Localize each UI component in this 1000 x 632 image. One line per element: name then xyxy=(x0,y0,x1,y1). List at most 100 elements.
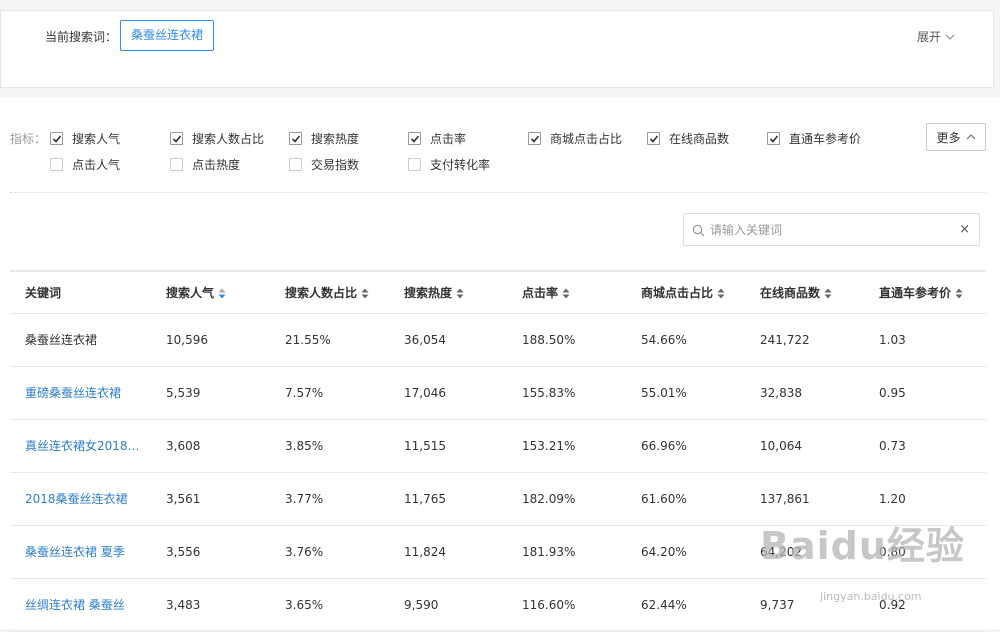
table-cell: 3.65% xyxy=(285,597,324,612)
table-cell: 11,515 xyxy=(404,438,446,453)
table-cell: 61.60% xyxy=(641,491,687,506)
table-cell: 9,737 xyxy=(760,597,795,612)
sort-icon xyxy=(562,288,570,299)
checkbox-checked-icon xyxy=(408,132,421,145)
keyword-link[interactable]: 真丝连衣裙女2018新款 xyxy=(10,419,151,472)
metric-option-label: 点击热度 xyxy=(192,158,241,172)
checkbox-checked-icon xyxy=(528,132,541,145)
table-cell: 11,765 xyxy=(404,491,446,506)
checkbox-checked-icon xyxy=(50,132,63,145)
table-cell: 3.76% xyxy=(285,544,324,559)
chevron-up-icon xyxy=(966,134,975,140)
clear-icon[interactable]: × xyxy=(959,222,970,237)
table-row: 丝绸连衣裙 桑蚕丝 3,483 3.65% 9,590 116.60% 62.4… xyxy=(10,578,986,631)
table-cell: 3,608 xyxy=(166,438,201,453)
metric-option-label: 搜索人气 xyxy=(72,132,121,146)
metric-option-label: 搜索热度 xyxy=(311,132,360,146)
table-cell: 17,046 xyxy=(404,385,446,400)
metric-option-label: 点击人气 xyxy=(72,158,121,172)
search-icon xyxy=(692,224,705,237)
keyword-cell: 桑蚕丝连衣裙 xyxy=(25,333,98,347)
header-online-items[interactable]: 在线商品数 xyxy=(745,270,864,314)
table-cell: 3.77% xyxy=(285,491,324,506)
table-cell: 32,838 xyxy=(760,385,802,400)
metric-checkbox-click-popularity[interactable]: 点击人气 xyxy=(50,156,120,173)
metric-checkbox-search-share[interactable]: 搜索人数占比 xyxy=(170,130,264,147)
checkbox-checked-icon xyxy=(289,132,302,145)
sort-icon xyxy=(955,288,963,299)
header-keyword: 关键词 xyxy=(10,270,151,314)
table-cell: 3,483 xyxy=(166,597,201,612)
search-term-label: 当前搜索词： xyxy=(45,30,118,44)
table-cell: 36,054 xyxy=(404,332,446,347)
checkbox-unchecked-icon xyxy=(50,158,63,171)
sort-icon xyxy=(361,288,369,299)
metric-checkbox-ztc-price[interactable]: 直通车参考价 xyxy=(767,130,861,147)
table-cell: 7.57% xyxy=(285,385,324,400)
search-term-tag[interactable]: 桑蚕丝连衣裙 xyxy=(120,20,215,51)
checkbox-unchecked-icon xyxy=(170,158,183,171)
expand-button[interactable]: 展开 xyxy=(917,28,955,45)
table-cell: 54.66% xyxy=(641,332,687,347)
header-search-popularity[interactable]: 搜索人气 xyxy=(151,270,270,314)
metric-checkbox-online-items[interactable]: 在线商品数 xyxy=(647,130,729,147)
metric-option-label: 搜索人数占比 xyxy=(192,132,265,146)
table-cell: 11,824 xyxy=(404,544,446,559)
keyword-table: 关键词 搜索人气 搜索人数占比 搜索热度 点击率 商城点击占比 在线商品数 直通… xyxy=(10,270,986,632)
header-click-rate[interactable]: 点击率 xyxy=(507,270,626,314)
table-cell: 153.21% xyxy=(522,438,576,453)
divider xyxy=(10,192,986,193)
metric-checkbox-click-heat[interactable]: 点击热度 xyxy=(170,156,240,173)
table-cell: 5,539 xyxy=(166,385,201,400)
table-cell: 62.44% xyxy=(641,597,687,612)
metric-checkbox-mall-click-share[interactable]: 商城点击占比 xyxy=(528,130,622,147)
table-cell: 1.03 xyxy=(879,332,906,347)
table-cell: 3,561 xyxy=(166,491,201,506)
expand-label: 展开 xyxy=(916,30,941,44)
metric-option-label: 交易指数 xyxy=(311,158,360,172)
header-search-share[interactable]: 搜索人数占比 xyxy=(270,270,389,314)
table-cell: 3.85% xyxy=(285,438,324,453)
metric-checkbox-pay-conversion[interactable]: 支付转化率 xyxy=(408,156,490,173)
metric-option-label: 直通车参考价 xyxy=(789,132,862,146)
metric-option-label: 支付转化率 xyxy=(430,158,491,172)
sort-desc-icon xyxy=(218,288,226,299)
table-header-row: 关键词 搜索人气 搜索人数占比 搜索热度 点击率 商城点击占比 在线商品数 直通… xyxy=(10,270,986,314)
watermark-url: jingyan.baidu.com xyxy=(820,590,922,603)
keyword-link[interactable]: 重磅桑蚕丝连衣裙 xyxy=(10,366,151,419)
table-cell: 155.83% xyxy=(522,385,576,400)
keyword-search-input[interactable] xyxy=(710,220,950,240)
table-cell: 9,590 xyxy=(404,597,439,612)
metric-checkbox-trade-index[interactable]: 交易指数 xyxy=(289,156,359,173)
header-search-heat[interactable]: 搜索热度 xyxy=(389,270,507,314)
table-cell: 0.73 xyxy=(879,438,906,453)
checkbox-unchecked-icon xyxy=(408,158,421,171)
header-ztc-price[interactable]: 直通车参考价 xyxy=(864,270,986,314)
metric-checkbox-click-rate[interactable]: 点击率 xyxy=(408,130,466,147)
more-button[interactable]: 更多 xyxy=(926,123,986,151)
sort-icon xyxy=(717,288,725,299)
metric-checkbox-search-popularity[interactable]: 搜索人气 xyxy=(50,130,120,147)
table-cell: 181.93% xyxy=(522,544,576,559)
table-cell: 0.95 xyxy=(879,385,906,400)
chevron-down-icon xyxy=(945,34,955,40)
table-cell: 21.55% xyxy=(285,332,331,347)
metrics-label: 指标： xyxy=(10,132,47,146)
baidu-watermark: Baidu经验 xyxy=(760,524,965,568)
keyword-link[interactable]: 2018桑蚕丝连衣裙 xyxy=(10,472,151,525)
metric-checkbox-search-heat[interactable]: 搜索热度 xyxy=(289,130,359,147)
keyword-link[interactable]: 桑蚕丝连衣裙 夏季 xyxy=(10,525,151,578)
more-label: 更多 xyxy=(936,130,961,145)
keyword-link[interactable]: 丝绸连衣裙 桑蚕丝 xyxy=(10,578,151,631)
table-cell: 10,064 xyxy=(760,438,802,453)
table-cell: 55.01% xyxy=(641,385,687,400)
table-cell: 182.09% xyxy=(522,491,576,506)
header-mall-click-share[interactable]: 商城点击占比 xyxy=(626,270,745,314)
checkbox-checked-icon xyxy=(170,132,183,145)
table-row: 重磅桑蚕丝连衣裙 5,539 7.57% 17,046 155.83% 55.0… xyxy=(10,366,986,419)
table-cell: 10,596 xyxy=(166,332,208,347)
sort-icon xyxy=(824,288,832,299)
checkbox-checked-icon xyxy=(767,132,780,145)
table-row: 真丝连衣裙女2018新款 3,608 3.85% 11,515 153.21% … xyxy=(10,419,986,472)
table-cell: 241,722 xyxy=(760,332,810,347)
